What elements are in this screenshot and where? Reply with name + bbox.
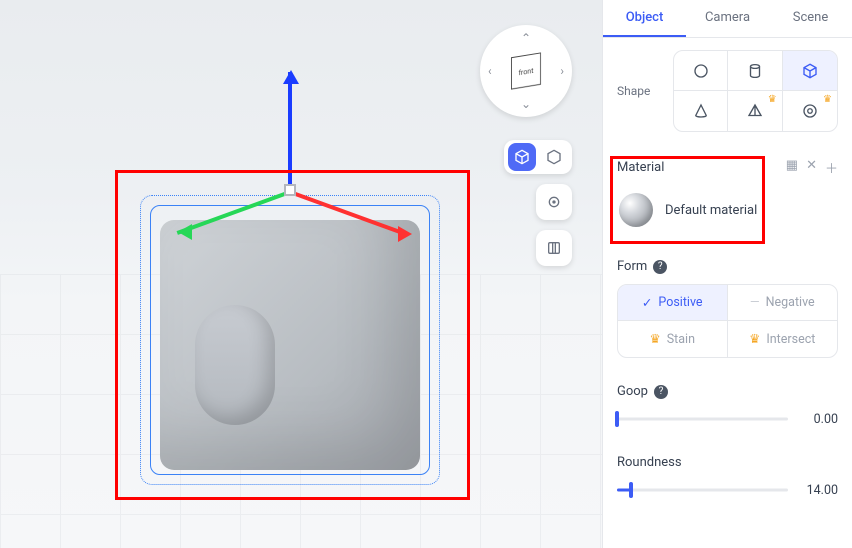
roundness-slider[interactable]	[617, 480, 788, 500]
chevron-left-icon[interactable]: ‹	[488, 64, 492, 78]
focus-button[interactable]	[536, 184, 572, 220]
torus-icon	[801, 102, 819, 120]
chevron-up-icon[interactable]: ⌃	[521, 31, 531, 45]
annotation-highlight-viewport	[115, 170, 470, 500]
viewcube-widget[interactable]: ⌃ ⌄ ‹ › front	[480, 25, 572, 117]
shaded-mode-button[interactable]	[508, 143, 536, 171]
shuffle-icon[interactable]: ✕	[806, 158, 817, 177]
crown-icon: ♛	[823, 94, 832, 105]
columns-icon	[540, 234, 568, 262]
viewport-3d[interactable]: ⌃ ⌄ ‹ › front	[0, 0, 602, 548]
wireframe-mode-button[interactable]	[540, 143, 568, 171]
tab-object[interactable]: Object	[603, 0, 686, 37]
layout-button[interactable]	[536, 230, 572, 266]
inspector-tabs: Object Camera Scene	[603, 0, 852, 38]
shape-label: Shape	[617, 84, 661, 98]
arrow-z	[283, 62, 299, 84]
crown-icon: ♛	[749, 331, 760, 347]
help-icon[interactable]: ?	[653, 260, 667, 274]
chevron-down-icon[interactable]: ⌄	[521, 97, 531, 111]
goop-slider[interactable]	[617, 409, 788, 429]
render-mode-toggle	[504, 140, 572, 174]
shape-pyramid[interactable]: ♛	[728, 91, 782, 131]
tab-scene[interactable]: Scene	[769, 0, 852, 37]
shape-sphere[interactable]	[674, 51, 728, 91]
grid-icon[interactable]: ▦	[786, 158, 798, 177]
cone-icon	[692, 102, 710, 120]
section-shape: Shape	[617, 50, 838, 132]
cube-icon	[801, 62, 819, 80]
form-intersect-label: Intersect	[766, 332, 815, 347]
section-form: Form? ✓ Positive — Negative ♛ Stain ♛ Inters…	[617, 259, 838, 358]
crown-icon: ♛	[650, 331, 661, 347]
material-actions: ▦ ✕ ＋	[786, 158, 838, 177]
roundness-label: Roundness	[617, 455, 682, 470]
form-label: Form	[617, 259, 647, 274]
form-intersect[interactable]: ♛ Intersect	[728, 321, 838, 357]
shape-cone[interactable]	[674, 91, 728, 131]
cube-outline-icon	[546, 149, 562, 165]
form-positive-label: Positive	[658, 295, 702, 310]
viewcube-front-label: front	[518, 65, 533, 76]
shape-grid: ♛ ♛	[673, 50, 838, 132]
form-stain-label: Stain	[667, 332, 695, 347]
shape-torus[interactable]: ♛	[783, 91, 837, 131]
viewcube-mini[interactable]: front	[511, 52, 541, 89]
crown-icon: ♛	[768, 94, 777, 105]
form-negative[interactable]: — Negative	[728, 285, 838, 321]
goop-value: 0.00	[798, 412, 838, 427]
help-icon[interactable]: ?	[654, 385, 668, 399]
cube-solid-icon	[514, 149, 530, 165]
viewport-toolbar	[504, 140, 572, 266]
pyramid-icon	[746, 102, 764, 120]
form-positive[interactable]: ✓ Positive	[618, 285, 728, 321]
goop-label: Goop	[617, 384, 648, 399]
cylinder-icon	[746, 62, 764, 80]
inspector-panel: Object Camera Scene Shape	[602, 0, 852, 548]
shape-cube[interactable]	[783, 51, 837, 91]
section-goop: Goop? 0.00	[617, 384, 838, 429]
check-icon: ✓	[642, 295, 652, 311]
annotation-highlight-material	[610, 156, 765, 244]
form-negative-label: Negative	[766, 295, 815, 310]
add-icon[interactable]: ＋	[825, 158, 838, 177]
roundness-value: 14.00	[798, 483, 838, 498]
section-roundness: Roundness 14.00	[617, 455, 838, 500]
tab-camera[interactable]: Camera	[686, 0, 769, 37]
shape-cylinder[interactable]	[728, 51, 782, 91]
form-grid: ✓ Positive — Negative ♛ Stain ♛ Intersect	[617, 284, 838, 358]
form-stain[interactable]: ♛ Stain	[618, 321, 728, 357]
target-icon	[540, 188, 568, 216]
chevron-right-icon[interactable]: ›	[560, 64, 564, 78]
sphere-icon	[692, 62, 710, 80]
minus-icon: —	[750, 295, 760, 310]
